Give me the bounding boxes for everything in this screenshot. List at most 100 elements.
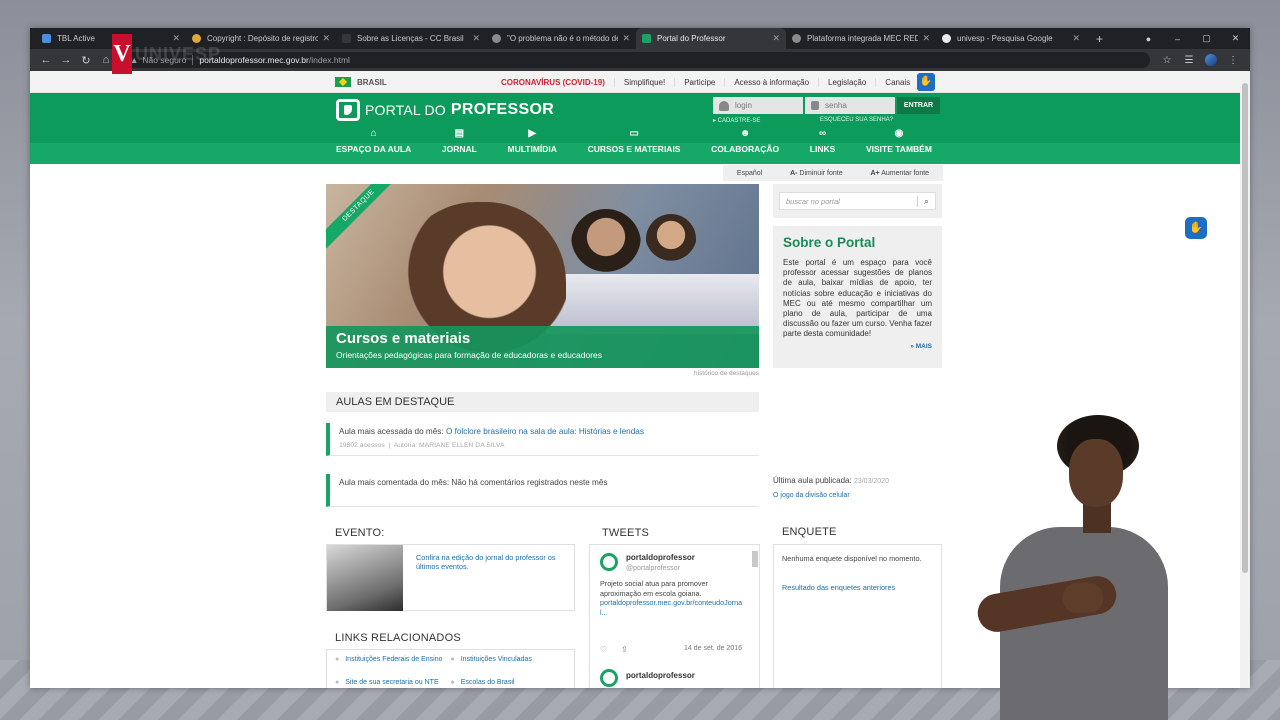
last-published-link[interactable]: O jogo da divisão celular <box>773 492 942 499</box>
play-icon: ▶ <box>528 128 537 139</box>
most-accessed-link[interactable]: O folclore brasileiro na sala de aula: H… <box>446 427 644 436</box>
featured-lessons-title: AULAS EM DESTAQUE <box>326 392 759 412</box>
gov-link-legislacao[interactable]: Legislação <box>819 77 877 87</box>
chain-link-icon: ∞ <box>818 128 827 139</box>
menu-jornal[interactable]: ▤ JORNAL <box>432 128 487 154</box>
univesp-logo-text: UNIVESP <box>135 43 222 64</box>
language-espanol-link[interactable]: Español <box>737 170 762 177</box>
menu-visite-tambem[interactable]: ◉ VISITE TAMBÉM <box>856 128 942 154</box>
tab-close-icon[interactable]: ✕ <box>1072 33 1080 44</box>
brasil-link[interactable]: BRASIL <box>335 77 387 87</box>
portal-logo-icon <box>336 99 360 121</box>
login-button[interactable]: ENTRAR <box>897 97 940 114</box>
password-input[interactable]: senha <box>805 97 895 114</box>
media-icon[interactable]: ☰ <box>1178 55 1200 66</box>
tab-close-icon[interactable]: ✕ <box>772 33 780 44</box>
gov-link-covid[interactable]: CORONAVÍRUS (COVID-19) <box>492 77 615 87</box>
menu-espaco-da-aula[interactable]: ⌂ ESPAÇO DA AULA <box>326 128 421 154</box>
tab-plataforma-mec[interactable]: Plataforma integrada MEC RED ✕ <box>786 28 936 49</box>
hero-subtitle: Orientações pedagógicas para formação de… <box>336 350 603 360</box>
maximize-button[interactable]: ▢ <box>1192 33 1221 44</box>
tweet-author[interactable]: portaldoprofessor <box>626 671 695 680</box>
tab-close-icon[interactable]: ✕ <box>622 33 630 44</box>
tab-close-icon[interactable]: ✕ <box>472 33 480 44</box>
poll-results-link[interactable]: Resultado das enquetes anteriores <box>782 583 933 592</box>
reload-button[interactable]: ↻ <box>76 54 96 67</box>
font-toolbar: Español A- Diminuir fonte A+ Aumentar fo… <box>723 165 943 181</box>
tab-problema[interactable]: "O problema não é o método de ✕ <box>486 28 636 49</box>
tab-licencas[interactable]: Sobre as Licenças - CC Brasil ✕ <box>336 28 486 49</box>
gov-link-canais[interactable]: Canais <box>876 78 919 87</box>
highlight-ribbon: DESTAQUE <box>326 184 403 250</box>
page-scrollbar[interactable] <box>1240 71 1250 688</box>
url-input[interactable]: ▲ Não seguro portaldoprofessor.mec.gov.b… <box>122 52 1150 68</box>
close-window-button[interactable]: ✕ <box>1221 33 1250 44</box>
tweet-handle[interactable]: @portalprofessor <box>626 565 680 572</box>
tweets-feed[interactable]: portaldoprofessor @portalprofessor Proje… <box>589 544 760 688</box>
back-button[interactable]: ← <box>36 54 56 66</box>
browser-menu-icon[interactable]: ⋮ <box>1222 55 1244 66</box>
user-icon <box>719 100 729 111</box>
related-link-escolas[interactable]: Escolas do Brasil <box>451 679 567 686</box>
tweet-link[interactable]: portaldoprofessor.mec.gov.br/conteudoJor… <box>600 598 748 617</box>
related-link-secretaria[interactable]: Site de sua secretaria ou NTE <box>335 679 451 686</box>
new-tab-button[interactable]: + <box>1086 28 1113 49</box>
gov-link-simplifique[interactable]: Simplifique! <box>615 77 676 87</box>
register-link[interactable]: ▸ CADASTRE-SE <box>713 117 760 124</box>
tweet-author[interactable]: portaldoprofessor <box>626 553 695 562</box>
portal-logo[interactable]: PORTAL DO PROFESSOR <box>336 99 554 121</box>
hero-title: Cursos e materiais <box>336 330 471 347</box>
url-path: /index.html <box>308 55 350 65</box>
tab-google-search[interactable]: univesp - Pesquisa Google ✕ <box>936 28 1086 49</box>
tweets-scrollbar[interactable] <box>752 551 758 567</box>
related-link-federais[interactable]: Instituições Federais de Ensino <box>335 656 451 663</box>
menu-links[interactable]: ∞ LINKS <box>800 128 846 154</box>
twitter-avatar[interactable] <box>600 669 618 687</box>
tab-title: Sobre as Licenças - CC Brasil <box>357 34 464 43</box>
gov-link-acesso[interactable]: Acesso à informação <box>725 77 820 87</box>
forward-button[interactable]: → <box>56 54 76 66</box>
heart-icon[interactable]: ♡ <box>600 645 607 654</box>
decrease-font-link[interactable]: A- Diminuir fonte <box>790 170 843 177</box>
vlibras-accessibility-icon[interactable]: ✋ <box>1185 217 1207 239</box>
tab-title: "O problema não é o método de <box>507 34 619 43</box>
event-card[interactable]: Confira na edição do jornal do professor… <box>326 544 575 611</box>
scrollbar-thumb[interactable] <box>1242 83 1248 573</box>
briefcase-icon: ▭ <box>629 128 639 139</box>
tab-portal-professor[interactable]: Portal do Professor ✕ <box>636 28 786 49</box>
access-count: 19802 acessos <box>339 442 385 449</box>
interpreter-neck <box>1083 503 1111 533</box>
increase-font-link[interactable]: A+ Aumentar fonte <box>870 170 929 177</box>
logo-text-2: PROFESSOR <box>450 101 555 118</box>
search-input[interactable]: buscar no portal ⌕ <box>779 192 936 210</box>
menu-cursos-e-materiais[interactable]: ▭ CURSOS E MATERIAIS <box>578 128 691 154</box>
menu-colaboracao[interactable]: ☻ COLABORAÇÃO <box>701 128 789 154</box>
tab-close-icon[interactable]: ✕ <box>322 33 330 44</box>
profile-avatar[interactable] <box>1205 54 1217 66</box>
interpreter-hand <box>1063 583 1103 613</box>
minimize-button[interactable]: – <box>1163 34 1192 44</box>
tweets-title: TWEETS <box>602 527 650 539</box>
more-link[interactable]: » MAIS <box>783 343 932 350</box>
menu-multimidia[interactable]: ▶ MULTIMÍDIA <box>498 128 567 154</box>
people-icon: ☻ <box>739 128 751 139</box>
gov-link-participe[interactable]: Participe <box>675 77 726 87</box>
login-form: login senha ENTRAR <box>713 97 940 114</box>
login-input[interactable]: login <box>713 97 803 114</box>
building-icon: ⌂ <box>370 128 377 139</box>
bookmark-star-icon[interactable]: ☆ <box>1156 55 1178 66</box>
related-link-vinculadas[interactable]: Instituições Vinculadas <box>451 656 567 663</box>
font-minus-icon: A- <box>790 169 798 177</box>
most-accessed-label: Aula mais acessada do mês: <box>339 427 444 436</box>
share-icon[interactable]: ⇪ <box>621 645 628 654</box>
tweet-date[interactable]: 14 de set. de 2016 <box>684 645 742 654</box>
record-icon[interactable]: ● <box>1134 34 1163 44</box>
accessibility-hand-icon[interactable]: ✋ <box>917 73 935 91</box>
event-text[interactable]: Confira na edição do jornal do professor… <box>416 553 566 571</box>
history-link[interactable]: histórico de destaques <box>626 370 759 377</box>
tab-close-icon[interactable]: ✕ <box>922 33 930 44</box>
forgot-password-link[interactable]: ESQUECEU SUA SENHA? <box>820 117 893 124</box>
search-icon[interactable]: ⌕ <box>917 195 935 207</box>
twitter-avatar[interactable] <box>600 553 618 571</box>
hero-banner[interactable]: DESTAQUE Cursos e materiais Orientações … <box>326 184 759 368</box>
